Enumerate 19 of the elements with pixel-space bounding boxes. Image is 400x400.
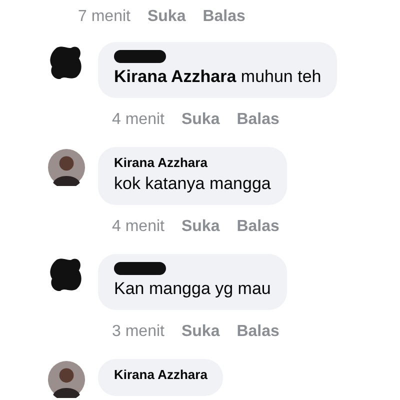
avatar[interactable]	[48, 149, 85, 186]
author-name[interactable]: Kirana Azzhara	[114, 367, 208, 382]
comment-time: 3 menit	[112, 323, 164, 341]
like-link[interactable]: Suka	[147, 8, 186, 26]
comment-text: Kirana Azzhara muhun teh	[114, 66, 322, 88]
like-link[interactable]: Suka	[181, 323, 220, 341]
comment-time: 4 menit	[112, 218, 164, 236]
reply-link[interactable]: Balas	[236, 218, 280, 236]
reply-link[interactable]: Balas	[236, 323, 280, 341]
reply-link[interactable]: Balas	[236, 111, 280, 129]
avatar[interactable]	[48, 361, 85, 398]
like-link[interactable]: Suka	[181, 218, 220, 236]
author-name[interactable]: Kirana Azzhara	[114, 155, 271, 170]
comment-time: 4 menit	[112, 111, 164, 129]
comment-time: 7 menit	[78, 8, 130, 26]
reply-link[interactable]: Balas	[202, 8, 246, 26]
comment-text: kok katanya mangga	[114, 173, 271, 195]
like-link[interactable]: Suka	[181, 111, 220, 129]
comment-text: Kan mangga yg mau	[114, 278, 271, 300]
